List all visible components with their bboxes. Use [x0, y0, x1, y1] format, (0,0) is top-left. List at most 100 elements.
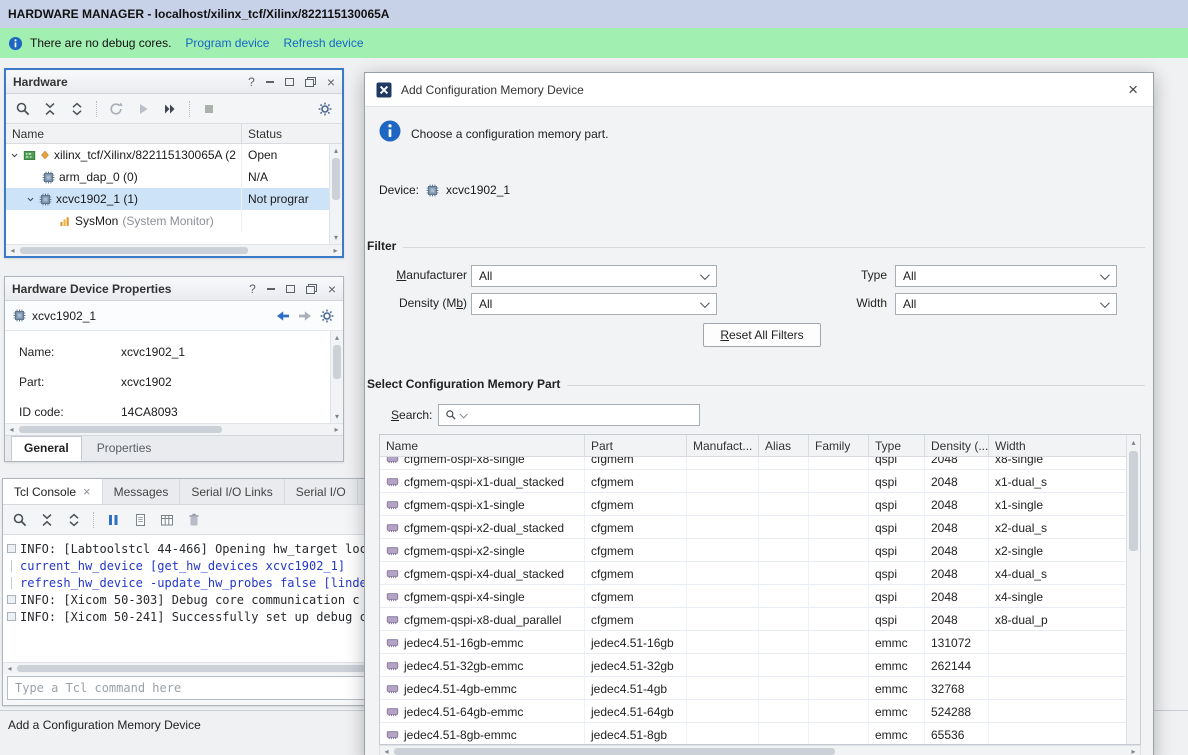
- refresh-device-link[interactable]: Refresh device: [283, 36, 363, 50]
- scroll-thumb[interactable]: [332, 158, 340, 200]
- fold-marker-icon[interactable]: [3, 595, 20, 604]
- scroll-up-icon[interactable]: ▴: [330, 144, 342, 157]
- tree-collapse-icon[interactable]: [26, 195, 35, 204]
- table-row[interactable]: cfgmem-qspi-x8-dual_parallel cfgmem qspi…: [380, 608, 1126, 631]
- column-header[interactable]: Family: [809, 435, 869, 456]
- vertical-scrollbar[interactable]: ▴: [1126, 435, 1140, 744]
- tab-serial-io-links[interactable]: Serial I/O Links: [180, 479, 284, 504]
- hw-row-xcvc1902[interactable]: xcvc1902_1 (1) Not prograr: [6, 188, 329, 210]
- column-header[interactable]: Type: [869, 435, 925, 456]
- collapse-all-icon[interactable]: [39, 512, 55, 528]
- search-box[interactable]: [438, 404, 700, 426]
- scroll-up-icon[interactable]: ▴: [331, 331, 343, 344]
- scroll-left-icon[interactable]: ◂: [3, 663, 16, 674]
- close-icon[interactable]: ×: [327, 77, 335, 87]
- table-row[interactable]: cfgmem-qspi-x1-dual_stacked cfgmem qspi …: [380, 470, 1126, 493]
- tab-tcl-console[interactable]: Tcl Console ×: [3, 479, 103, 504]
- column-header[interactable]: Manufact...: [687, 435, 759, 456]
- hw-row-sysmon[interactable]: SysMon (System Monitor): [6, 210, 329, 232]
- fold-marker-icon[interactable]: [3, 544, 20, 553]
- manufacturer-select[interactable]: All: [471, 265, 717, 287]
- table-row[interactable]: cfgmem-qspi-x2-single cfgmem qspi 2048 x…: [380, 539, 1126, 562]
- column-header[interactable]: Part: [585, 435, 687, 456]
- table-row[interactable]: cfgmem-qspi-x1-single cfgmem qspi 2048 x…: [380, 493, 1126, 516]
- scroll-thumb[interactable]: [19, 426, 222, 433]
- column-header[interactable]: Alias: [759, 435, 809, 456]
- float-icon[interactable]: [305, 77, 316, 87]
- type-select[interactable]: All: [895, 265, 1117, 287]
- tree-collapse-icon[interactable]: [10, 151, 19, 160]
- scroll-right-icon[interactable]: ▸: [330, 424, 343, 435]
- settings-gear-icon[interactable]: [317, 101, 333, 117]
- scroll-right-icon[interactable]: ▸: [1127, 746, 1140, 755]
- refresh-icon[interactable]: [108, 101, 124, 117]
- width-select[interactable]: All: [895, 293, 1117, 315]
- scroll-right-icon[interactable]: ▸: [329, 245, 342, 256]
- help-icon[interactable]: ?: [249, 282, 256, 296]
- table-row[interactable]: jedec4.51-4gb-emmc jedec4.51-4gb emmc 32…: [380, 677, 1126, 700]
- horizontal-scrollbar[interactable]: ◂ ▸: [5, 423, 343, 435]
- scroll-thumb[interactable]: [333, 345, 341, 379]
- minimize-icon[interactable]: [266, 81, 274, 83]
- reset-all-filters-button[interactable]: Reset All Filters: [703, 323, 821, 347]
- column-header-status[interactable]: Status: [242, 124, 342, 143]
- table-row[interactable]: cfgmem-qspi-x2-dual_stacked cfgmem qspi …: [380, 516, 1126, 539]
- density-select[interactable]: All: [471, 293, 717, 315]
- column-header[interactable]: Density (...: [925, 435, 989, 456]
- float-icon[interactable]: [306, 284, 317, 294]
- scroll-left-icon[interactable]: ◂: [380, 746, 393, 755]
- close-icon[interactable]: ×: [328, 284, 336, 294]
- horizontal-scrollbar[interactable]: ◂ ▸: [379, 745, 1141, 755]
- scroll-thumb[interactable]: [1129, 451, 1138, 551]
- maximize-icon[interactable]: [286, 285, 295, 293]
- scroll-down-icon[interactable]: ▾: [331, 410, 343, 423]
- scroll-up-icon[interactable]: ▴: [1127, 435, 1140, 449]
- horizontal-scrollbar[interactable]: ◂ ▸: [6, 244, 342, 256]
- report-icon[interactable]: [159, 512, 175, 528]
- scroll-left-icon[interactable]: ◂: [5, 424, 18, 435]
- tab-serial-io[interactable]: Serial I/O: [285, 479, 358, 504]
- clear-console-icon[interactable]: [186, 512, 202, 528]
- fold-marker-icon[interactable]: [3, 560, 20, 572]
- scroll-down-icon[interactable]: ▾: [330, 231, 342, 244]
- dialog-close-icon[interactable]: ×: [1124, 82, 1142, 98]
- forward-arrow-icon[interactable]: [297, 308, 313, 324]
- hw-row-target[interactable]: xilinx_tcf/Xilinx/822115130065A (2 Open: [6, 144, 329, 166]
- help-icon[interactable]: ?: [248, 75, 255, 89]
- hw-row-arm-dap[interactable]: arm_dap_0 (0) N/A: [6, 166, 329, 188]
- table-row[interactable]: jedec4.51-8gb-emmc jedec4.51-8gb emmc 65…: [380, 723, 1126, 744]
- vertical-scrollbar[interactable]: ▴ ▾: [329, 144, 342, 244]
- tab-messages[interactable]: Messages: [103, 479, 181, 504]
- vertical-scrollbar[interactable]: ▴ ▾: [330, 331, 343, 423]
- pause-output-icon[interactable]: [105, 512, 121, 528]
- search-icon[interactable]: [12, 512, 28, 528]
- search-icon[interactable]: [15, 101, 31, 117]
- minimize-icon[interactable]: [267, 288, 275, 290]
- column-header[interactable]: Width: [989, 435, 1126, 456]
- table-row[interactable]: jedec4.51-64gb-emmc jedec4.51-64gb emmc …: [380, 700, 1126, 723]
- expand-all-icon[interactable]: [66, 512, 82, 528]
- table-row[interactable]: cfgmem-qspi-x4-single cfgmem qspi 2048 x…: [380, 585, 1126, 608]
- column-header[interactable]: Name: [380, 435, 585, 456]
- table-row[interactable]: jedec4.51-32gb-emmc jedec4.51-32gb emmc …: [380, 654, 1126, 677]
- scroll-thumb[interactable]: [394, 748, 835, 755]
- table-row[interactable]: cfgmem-qspi-x4-dual_stacked cfgmem qspi …: [380, 562, 1126, 585]
- copy-icon[interactable]: [132, 512, 148, 528]
- table-row[interactable]: cfgmem-ospi-x8-single cfgmem qspi 2048 x…: [380, 457, 1126, 470]
- maximize-icon[interactable]: [285, 78, 294, 86]
- table-row[interactable]: jedec4.51-16gb-emmc jedec4.51-16gb emmc …: [380, 631, 1126, 654]
- collapse-all-icon[interactable]: [42, 101, 58, 117]
- tab-general[interactable]: General: [11, 436, 82, 461]
- run-icon[interactable]: [135, 101, 151, 117]
- fast-forward-icon[interactable]: [162, 101, 178, 117]
- expand-all-icon[interactable]: [69, 101, 85, 117]
- stop-icon[interactable]: [201, 101, 217, 117]
- scroll-left-icon[interactable]: ◂: [6, 245, 19, 256]
- column-header-name[interactable]: Name: [6, 124, 242, 143]
- search-input[interactable]: [469, 406, 699, 424]
- scroll-thumb[interactable]: [20, 247, 248, 254]
- fold-marker-icon[interactable]: [3, 612, 20, 621]
- settings-gear-icon[interactable]: [319, 308, 335, 324]
- back-arrow-icon[interactable]: [275, 308, 291, 324]
- fold-marker-icon[interactable]: [3, 577, 20, 589]
